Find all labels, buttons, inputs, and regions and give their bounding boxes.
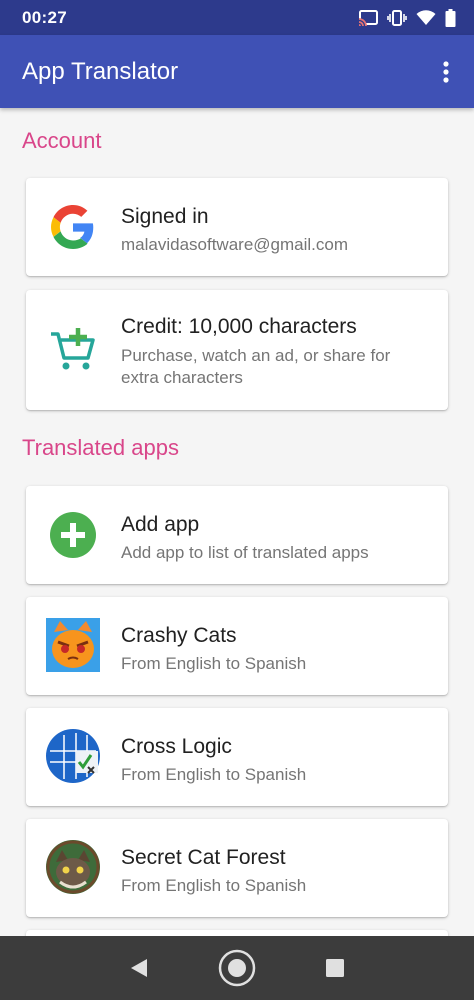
crashy-cats-app-icon: [46, 618, 100, 672]
add-app-title: Add app: [121, 513, 200, 536]
google-icon: [46, 200, 100, 254]
secret-cat-forest-text: Secret Cat Forest From English to Spanis…: [121, 845, 432, 897]
add-app-card[interactable]: Add app Add app to list of translated ap…: [26, 486, 448, 584]
app-bar: App Translator: [0, 35, 474, 108]
credit-text: Credit: 10,000 characters Purchase, watc…: [121, 314, 432, 389]
recents-square-icon: [326, 959, 344, 977]
account-email: malavidasoftware@gmail.com: [121, 235, 349, 254]
overflow-menu-button[interactable]: [432, 52, 460, 92]
navigation-bar: [0, 936, 474, 1000]
app-item-cross-logic[interactable]: Cross Logic From English to Spanish: [26, 708, 448, 806]
app-item-secret-cat-forest[interactable]: Secret Cat Forest From English to Spanis…: [26, 819, 448, 917]
credit-title: Credit: 10,000 characters: [121, 315, 357, 338]
cross-logic-app-icon: [46, 729, 100, 783]
add-circle-icon: [46, 508, 100, 562]
back-button[interactable]: [117, 946, 161, 990]
more-vert-icon: [443, 60, 449, 83]
app-item-title: Secret Cat Forest: [121, 846, 286, 869]
status-icons: [358, 8, 456, 27]
wifi-icon: [416, 9, 436, 26]
app-item-subtitle: From English to Spanish: [121, 654, 307, 673]
status-bar: 00:27: [0, 0, 474, 35]
signed-in-text: Signed in malavidasoftware@gmail.com: [121, 204, 432, 256]
signed-in-card[interactable]: Signed in malavidasoftware@gmail.com: [26, 178, 448, 276]
recents-button[interactable]: [313, 946, 357, 990]
crashy-cats-text: Crashy Cats From English to Spanish: [121, 623, 432, 675]
cast-icon: [358, 9, 378, 26]
add-app-subtitle: Add app to list of translated apps: [121, 543, 369, 562]
app-item-title: Cross Logic: [121, 735, 232, 758]
section-header-account: Account: [22, 128, 102, 153]
section-header-translated-apps: Translated apps: [22, 435, 179, 460]
status-time: 00:27: [22, 7, 67, 27]
app-title: App Translator: [22, 57, 179, 85]
add-app-text: Add app Add app to list of translated ap…: [121, 512, 432, 564]
add-shopping-cart-icon: [46, 323, 100, 377]
back-triangle-icon: [131, 959, 147, 977]
app-item-title: Crashy Cats: [121, 624, 237, 647]
credit-card[interactable]: Credit: 10,000 characters Purchase, watc…: [26, 290, 448, 410]
battery-icon: [445, 8, 456, 27]
app-item-subtitle: From English to Spanish: [121, 765, 307, 784]
app-item-subtitle: From English to Spanish: [121, 876, 307, 895]
home-circle-icon: [218, 949, 256, 987]
secret-cat-forest-app-icon: [46, 840, 100, 894]
app-item-crashy-cats[interactable]: Crashy Cats From English to Spanish: [26, 597, 448, 695]
credit-subtitle: Purchase, watch an ad, or share for extr…: [121, 346, 391, 387]
signed-in-title: Signed in: [121, 205, 209, 228]
cross-logic-text: Cross Logic From English to Spanish: [121, 734, 432, 786]
home-button[interactable]: [215, 946, 259, 990]
vibrate-icon: [387, 9, 407, 26]
